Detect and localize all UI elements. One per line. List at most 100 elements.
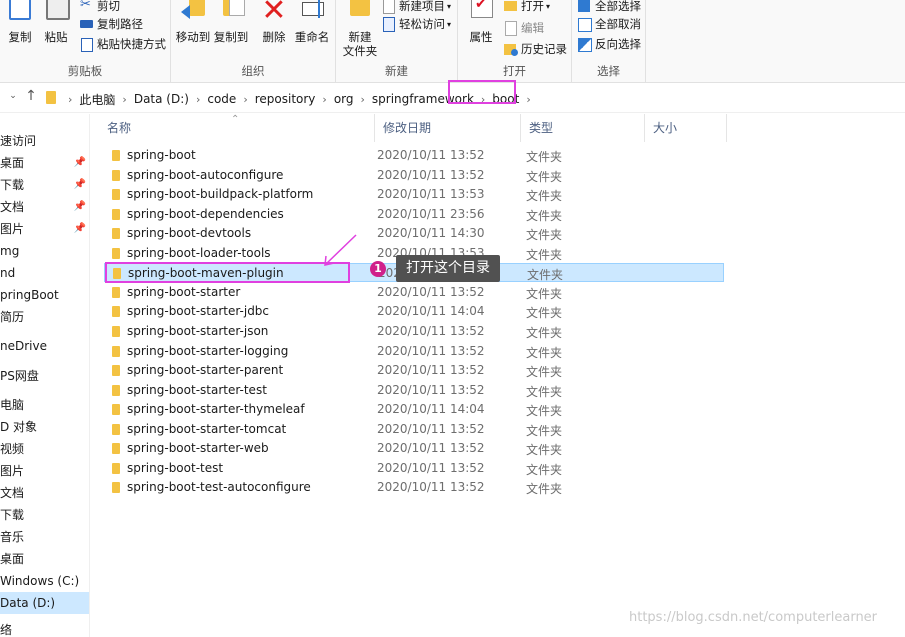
new-item-label: 新建项目 bbox=[399, 0, 445, 13]
folder-icon bbox=[112, 482, 120, 494]
nav-item-label: Data (D:) bbox=[0, 596, 56, 610]
cut-button[interactable]: 剪切 bbox=[80, 0, 120, 15]
nav-item-pictures[interactable]: 图片 📌 bbox=[0, 218, 89, 240]
move-to-button[interactable]: 移动到 bbox=[173, 0, 213, 62]
file-name: spring-boot-starter-test bbox=[127, 382, 267, 397]
copy-path-button[interactable]: 复制路径 bbox=[80, 15, 143, 33]
breadcrumb-repository[interactable]: repository bbox=[254, 92, 317, 106]
folder-icon bbox=[112, 247, 120, 259]
annotation-tooltip: 打开这个目录 bbox=[396, 255, 500, 282]
file-name: spring-boot-dependencies bbox=[127, 206, 284, 221]
breadcrumb-data-d[interactable]: Data (D:) bbox=[133, 92, 190, 106]
nav-item-pc-pictures[interactable]: 图片 bbox=[0, 460, 89, 482]
invert-selection-button[interactable]: 反向选择 bbox=[578, 35, 641, 53]
rename-button[interactable]: 重命名 bbox=[292, 0, 332, 62]
nav-item-pc-documents[interactable]: 文档 bbox=[0, 482, 89, 504]
up-arrow-icon[interactable]: ↑ bbox=[24, 88, 38, 104]
file-name: spring-boot-test-autoconfigure bbox=[127, 480, 311, 495]
breadcrumb-separator-icon: › bbox=[243, 92, 248, 106]
folder-icon bbox=[112, 423, 120, 435]
nav-item-music[interactable]: 音乐 bbox=[0, 526, 89, 548]
select-group-label: 选择 bbox=[597, 64, 620, 78]
file-row[interactable]: spring-boot-test-autoconfigure 2020/10/11… bbox=[104, 478, 724, 497]
file-modified-date: 2020/10/11 13:52 bbox=[377, 480, 485, 495]
select-none-button[interactable]: 全部取消 bbox=[578, 15, 641, 33]
column-header-name-label: 名称 bbox=[107, 121, 132, 135]
nav-item-this-pc[interactable]: 电脑 bbox=[0, 394, 89, 416]
file-row[interactable]: spring-boot-buildpack-platform 2020/10/11… bbox=[104, 185, 724, 204]
file-row[interactable]: spring-boot 2020/10/11 13:52 文件夹 bbox=[104, 146, 724, 165]
file-row[interactable]: spring-boot-starter-thymeleaf 2020/10/11 … bbox=[104, 400, 724, 419]
file-row[interactable]: spring-boot-starter-tomcat 2020/10/11 13:… bbox=[104, 420, 724, 439]
nav-item-desktop[interactable]: 桌面 📌 bbox=[0, 152, 89, 174]
copy-to-button[interactable]: 复制到 bbox=[211, 0, 251, 62]
file-row[interactable]: spring-boot-devtools 2020/10/11 14:30 文件夹 bbox=[104, 224, 724, 243]
column-header-type[interactable]: 类型 bbox=[521, 114, 645, 142]
file-row[interactable]: spring-boot-starter-parent 2020/10/11 13:… bbox=[104, 361, 724, 380]
delete-button[interactable]: ✕ 删除 bbox=[254, 0, 294, 62]
nav-item-onedrive[interactable]: neDrive bbox=[0, 335, 89, 357]
file-row[interactable]: spring-boot-starter-json 2020/10/11 13:52… bbox=[104, 322, 724, 341]
breadcrumb-org[interactable]: org bbox=[333, 92, 355, 106]
easy-access-button[interactable]: 轻松访问 ▾ bbox=[382, 15, 451, 33]
breadcrumb-separator-icon: › bbox=[195, 92, 201, 106]
nav-item-label: 桌面 bbox=[0, 552, 25, 566]
new-folder-label-2: 文件夹 bbox=[342, 44, 378, 58]
rename-icon bbox=[298, 0, 326, 28]
properties-button[interactable]: 属性 bbox=[461, 0, 501, 62]
new-item-button[interactable]: 新建项目 ▾ bbox=[382, 0, 451, 15]
history-button[interactable]: 历史记录 bbox=[504, 40, 567, 58]
nav-item-downloads[interactable]: 下载 📌 bbox=[0, 174, 89, 196]
file-row[interactable]: spring-boot-dependencies 2020/10/11 23:56… bbox=[104, 205, 724, 224]
breadcrumb-this-pc[interactable]: 此电脑 bbox=[78, 91, 116, 108]
breadcrumb-separator-icon: › bbox=[360, 92, 365, 106]
nav-item-springboot[interactable]: pringBoot bbox=[0, 284, 89, 306]
recent-locations-icon[interactable]: ⌄ bbox=[6, 91, 20, 107]
nav-item-windows-c[interactable]: Windows (C:) bbox=[0, 570, 89, 592]
pin-icon: 📌 bbox=[73, 179, 86, 190]
nav-item-data-d[interactable]: Data (D:) bbox=[0, 592, 89, 614]
open-group: 属性 打开 ▾ 编辑 历史记录 打开 bbox=[458, 0, 572, 83]
file-modified-date: 2020/10/11 13:52 bbox=[377, 363, 485, 378]
new-item-icon bbox=[382, 0, 396, 14]
new-folder-icon bbox=[346, 0, 374, 28]
nav-item-3d-objects[interactable]: D 对象 bbox=[0, 416, 89, 438]
select-none-icon bbox=[578, 17, 592, 32]
file-type: 文件夹 bbox=[526, 306, 563, 321]
copy-label: 复制 bbox=[8, 30, 32, 44]
file-row[interactable]: spring-boot-starter 2020/10/11 13:52 文件夹 bbox=[104, 283, 724, 302]
file-name: spring-boot-starter-tomcat bbox=[127, 421, 287, 436]
file-row[interactable]: spring-boot-starter-logging 2020/10/11 13… bbox=[104, 342, 724, 361]
edit-button[interactable]: 编辑 bbox=[504, 19, 544, 37]
paste-button[interactable]: 粘贴 bbox=[36, 0, 76, 62]
nav-item-wps-drive[interactable]: PS网盘 bbox=[0, 365, 89, 387]
copy-button[interactable]: 复制 bbox=[0, 0, 40, 62]
open-button[interactable]: 打开 ▾ bbox=[504, 0, 550, 15]
move-to-label: 移动到 bbox=[175, 30, 211, 44]
nav-item-quick-access[interactable]: 速访问 bbox=[0, 130, 89, 152]
select-all-button[interactable]: 全部选择 bbox=[578, 0, 641, 15]
breadcrumb-code[interactable]: code bbox=[206, 92, 237, 106]
nav-item-documents[interactable]: 文档 📌 bbox=[0, 196, 89, 218]
column-header-name[interactable]: 名称 bbox=[99, 114, 375, 142]
nav-item-label: 速访问 bbox=[0, 134, 37, 148]
nav-item-label: 络 bbox=[0, 623, 13, 637]
nav-item-mg[interactable]: mg bbox=[0, 240, 89, 262]
nav-item-pc-downloads[interactable]: 下载 bbox=[0, 504, 89, 526]
file-row[interactable]: spring-boot-starter-jdbc 2020/10/11 14:04… bbox=[104, 302, 724, 321]
file-row[interactable]: spring-boot-test 2020/10/11 13:52 文件夹 bbox=[104, 459, 724, 478]
file-row[interactable]: spring-boot-starter-web 2020/10/11 13:52 文… bbox=[104, 439, 724, 458]
column-header-size[interactable]: 大小 bbox=[645, 114, 727, 142]
nav-item-videos[interactable]: 视频 bbox=[0, 438, 89, 460]
nav-item-network[interactable]: 络 bbox=[0, 619, 89, 637]
file-row[interactable]: spring-boot-autoconfigure 2020/10/11 13:5… bbox=[104, 166, 724, 185]
file-name: spring-boot-starter-logging bbox=[127, 343, 289, 358]
nav-item-resume[interactable]: 简历 bbox=[0, 306, 89, 328]
clipboard-group: 复制 粘贴 剪切 复制路径 粘贴快捷方式 剪贴板 bbox=[0, 0, 171, 83]
new-folder-button[interactable]: 新建 文件夹 bbox=[338, 0, 382, 62]
paste-shortcut-button[interactable]: 粘贴快捷方式 bbox=[80, 35, 166, 53]
nav-item-nd[interactable]: nd bbox=[0, 262, 89, 284]
column-header-modified[interactable]: 修改日期 bbox=[375, 114, 521, 142]
nav-item-pc-desktop[interactable]: 桌面 bbox=[0, 548, 89, 570]
file-row[interactable]: spring-boot-starter-test 2020/10/11 13:52… bbox=[104, 381, 724, 400]
